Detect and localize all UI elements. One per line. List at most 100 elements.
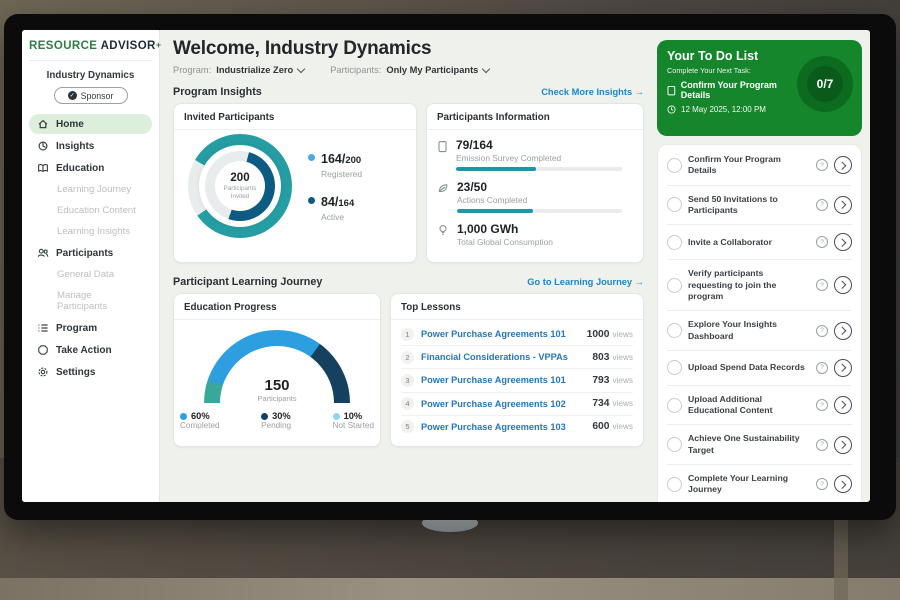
go-to-learning-journey-link[interactable]: Go to Learning Journey → — [527, 277, 644, 287]
task-checkbox[interactable] — [667, 437, 682, 452]
sidebar-item-general-data[interactable]: General Data — [29, 265, 152, 284]
task-row: Upload Spend Data Records ? — [667, 351, 852, 386]
org-name: Industry Dynamics — [29, 70, 152, 81]
chevron-down-icon — [482, 64, 490, 72]
active-count: 84 — [321, 195, 335, 209]
arrow-right-icon: → — [635, 277, 644, 287]
sidebar-item-insights[interactable]: Insights — [29, 136, 152, 156]
task-checkbox[interactable] — [667, 398, 682, 413]
task-go-button[interactable] — [834, 322, 852, 340]
top-lessons-card: Top Lessons 1 Power Purchase Agreements … — [390, 293, 644, 447]
todo-next-task[interactable]: Confirm Your Program Details — [667, 80, 805, 100]
sidebar-item-learning-journey[interactable]: Learning Journey — [29, 180, 152, 199]
help-icon[interactable]: ? — [816, 439, 828, 451]
donut-center: 200 Participants Invited — [215, 161, 265, 211]
book-icon — [37, 162, 49, 174]
sidebar-item-home[interactable]: Home — [29, 114, 152, 134]
lesson-link[interactable]: Power Purchase Agreements 103 — [421, 422, 585, 432]
task-row: Achieve One Sustainability Target ? — [667, 425, 852, 465]
task-go-button[interactable] — [834, 276, 852, 294]
task-checkbox[interactable] — [667, 323, 682, 338]
lesson-link[interactable]: Power Purchase Agreements 101 — [421, 329, 580, 339]
legend-active: 84/164 Active — [308, 193, 362, 222]
task-label: Send 50 Invitations to Participants — [688, 194, 810, 217]
section-title: Program Insights — [173, 86, 262, 98]
program-insights-header: Program Insights Check More Insights → — [173, 86, 644, 98]
insights-icon — [37, 140, 49, 152]
task-checkbox[interactable] — [667, 360, 682, 375]
sidebar-item-learning-insights[interactable]: Learning Insights — [29, 222, 152, 241]
task-go-button[interactable] — [834, 156, 852, 174]
insights-cards-row: Invited Participants 200 Participants In… — [173, 103, 644, 263]
survey-progress-bar — [456, 167, 622, 171]
task-go-button[interactable] — [834, 475, 852, 493]
task-label: Achieve One Sustainability Target — [688, 433, 810, 456]
lesson-link[interactable]: Power Purchase Agreements 102 — [421, 399, 585, 409]
task-go-button[interactable] — [834, 396, 852, 414]
sidebar-item-settings[interactable]: Settings — [29, 362, 152, 382]
help-icon[interactable]: ? — [816, 159, 828, 171]
info-row-survey: 79/164 Emission Survey Completed — [437, 138, 633, 171]
sidebar-item-take-action[interactable]: Take Action — [29, 340, 152, 360]
task-checkbox[interactable] — [667, 477, 682, 492]
brand-logo: RESOURCE ADVISOR+ — [29, 40, 152, 61]
rank-badge: 1 — [401, 328, 414, 341]
legend-pct: 60% — [191, 411, 210, 421]
donut-center-label: Participants Invited — [218, 185, 262, 201]
help-icon[interactable]: ? — [816, 236, 828, 248]
card-title: Top Lessons — [391, 294, 643, 320]
todo-due-label: 12 May 2025, 12:00 PM — [681, 105, 766, 114]
task-go-button[interactable] — [834, 359, 852, 377]
arrow-right-icon: → — [635, 87, 644, 97]
task-go-button[interactable] — [834, 196, 852, 214]
sidebar-item-manage-participants[interactable]: Manage Participants — [29, 286, 152, 316]
sponsor-badge-label: Sponsor — [81, 91, 114, 101]
dashboard-screen: RESOURCE ADVISOR+ Industry Dynamics ✓ Sp… — [22, 30, 870, 502]
link-label: Go to Learning Journey — [527, 277, 632, 287]
sidebar-item-label: Education — [56, 163, 104, 174]
lesson-link[interactable]: Power Purchase Agreements 101 — [421, 375, 585, 385]
lesson-row: 4 Power Purchase Agreements 102 734views — [401, 392, 633, 415]
task-checkbox[interactable] — [667, 158, 682, 173]
todo-header-card: Your To Do List Complete Your Next Task:… — [657, 40, 862, 136]
sidebar-item-education[interactable]: Education — [29, 158, 152, 178]
task-go-button[interactable] — [834, 436, 852, 454]
lesson-link[interactable]: Financial Considerations - VPPAs — [421, 352, 585, 362]
help-icon[interactable]: ? — [816, 199, 828, 211]
help-icon[interactable]: ? — [816, 279, 828, 291]
task-checkbox[interactable] — [667, 197, 682, 212]
sidebar-item-label: Learning Insights — [57, 226, 130, 237]
registered-dot-icon — [308, 154, 315, 161]
chevron-right-icon — [838, 161, 846, 169]
program-filter[interactable]: Program: Industrialize Zero — [173, 65, 304, 75]
sidebar-item-participants[interactable]: Participants — [29, 243, 152, 263]
task-go-button[interactable] — [834, 233, 852, 251]
check-more-insights-link[interactable]: Check More Insights → — [541, 87, 644, 97]
legend-not-started: 10% Not Started — [333, 411, 374, 430]
sponsor-badge[interactable]: ✓ Sponsor — [54, 87, 128, 104]
invited-donut-chart: 200 Participants Invited — [188, 134, 292, 238]
task-row: Invite a Collaborator ? — [667, 225, 852, 260]
task-checkbox[interactable] — [667, 278, 682, 293]
background-reflection — [834, 510, 848, 600]
task-checkbox[interactable] — [667, 235, 682, 250]
sidebar-item-program[interactable]: Program — [29, 318, 152, 338]
views-suffix: views — [613, 353, 633, 362]
participants-information-card: Participants Information 79/164 Emission… — [426, 103, 644, 263]
help-icon[interactable]: ? — [816, 325, 828, 337]
participants-filter[interactable]: Participants: Only My Participants — [330, 65, 489, 75]
task-label: Complete Your Learning Journey — [688, 473, 810, 496]
sidebar-item-label: Insights — [56, 141, 94, 152]
sponsor-icon: ✓ — [68, 91, 77, 100]
views-count: 1000 — [587, 329, 610, 340]
help-icon[interactable]: ? — [816, 399, 828, 411]
help-icon[interactable]: ? — [816, 362, 828, 374]
legend-pending: 30% Pending — [261, 411, 291, 430]
help-icon[interactable]: ? — [816, 478, 828, 490]
stat-value: 1,000 GWh — [457, 222, 633, 236]
sidebar-item-education-content[interactable]: Education Content — [29, 201, 152, 220]
participants-icon — [37, 247, 49, 259]
todo-task-list: Confirm Your Program Details ? Send 50 I… — [657, 144, 862, 502]
sidebar-item-label: Settings — [56, 367, 95, 378]
views-suffix: views — [613, 399, 633, 408]
